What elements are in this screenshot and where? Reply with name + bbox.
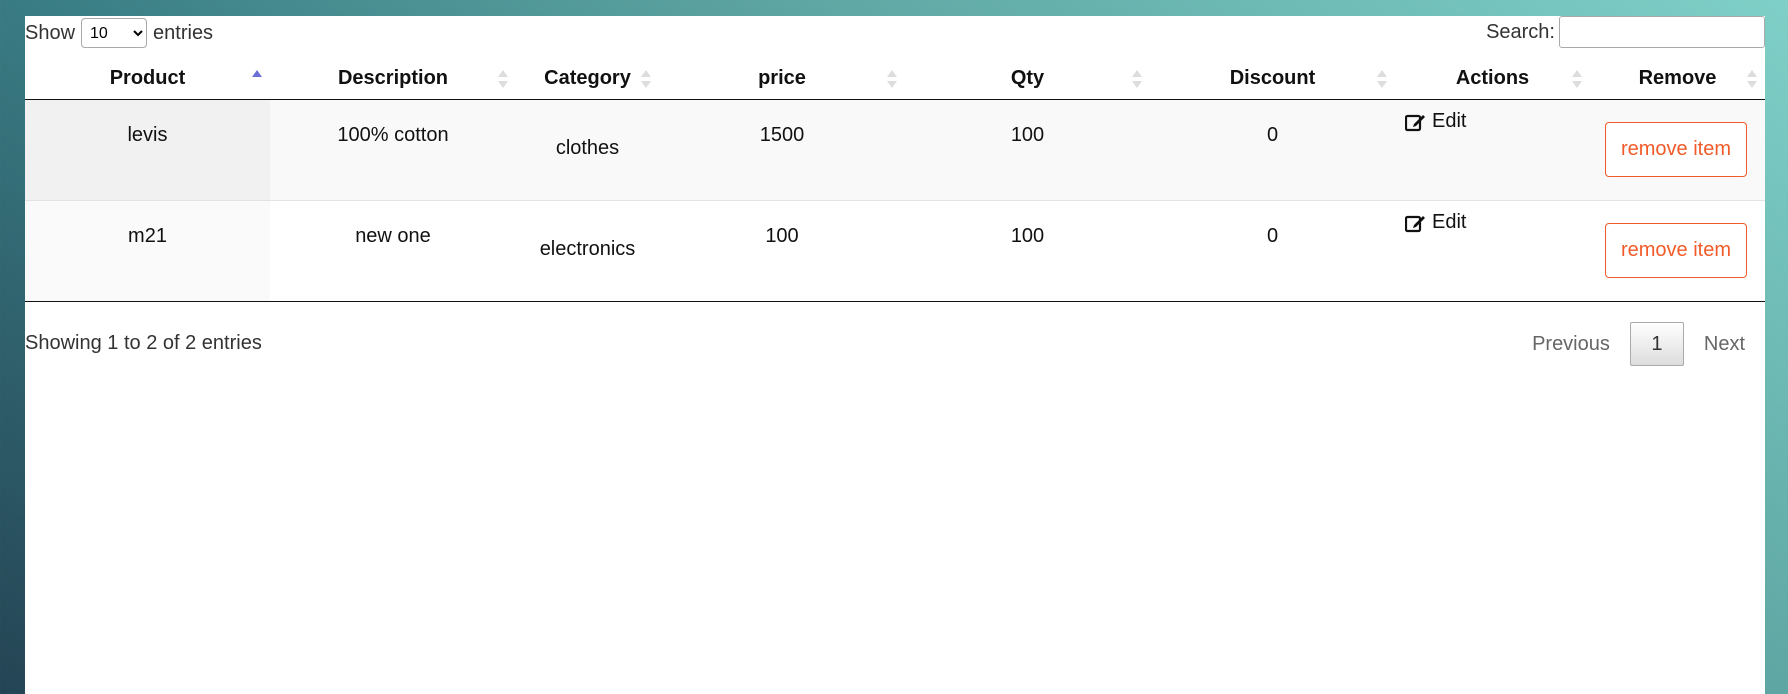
column-header-product[interactable]: Product	[25, 58, 270, 100]
cell-product: levis	[25, 99, 270, 201]
cell-category: clothes	[516, 99, 659, 201]
search-label: Search:	[1486, 20, 1555, 43]
cell-qty: 100	[905, 200, 1150, 302]
entries-label: entries	[153, 21, 214, 44]
column-header-qty[interactable]: Qty	[905, 58, 1150, 100]
edit-label: Edit	[1432, 211, 1467, 233]
table-footer: Showing 1 to 2 of 2 entries Previous 1 N…	[25, 316, 1765, 366]
cell-price: 100	[659, 200, 905, 302]
entries-info: Showing 1 to 2 of 2 entries	[25, 332, 262, 354]
pagination: Previous 1 Next	[1512, 322, 1765, 366]
data-table-panel: Show 10 entries Search: Product Descript…	[25, 16, 1765, 694]
cell-remove: remove item	[1590, 200, 1765, 302]
sort-both-icon	[1377, 70, 1387, 88]
column-header-description[interactable]: Description	[270, 58, 516, 100]
entries-length-control: Show 10 entries	[25, 18, 213, 48]
cell-description: new one	[270, 200, 516, 302]
column-header-discount[interactable]: Discount	[1150, 58, 1395, 100]
edit-icon	[1405, 215, 1425, 232]
edit-icon	[1405, 114, 1425, 131]
sort-both-icon	[1747, 70, 1757, 88]
sort-both-icon	[887, 70, 897, 88]
cell-category: electronics	[516, 200, 659, 302]
cell-remove: remove item	[1590, 99, 1765, 201]
table-header-row: Product Description Category price Qty D…	[25, 58, 1765, 100]
cell-discount: 0	[1150, 99, 1395, 201]
search-filter: Search:	[1486, 16, 1765, 48]
sort-both-icon	[498, 70, 508, 88]
sort-ascending-icon	[252, 70, 262, 88]
previous-page-button[interactable]: Previous	[1512, 333, 1630, 356]
column-header-category[interactable]: Category	[516, 58, 659, 100]
sort-both-icon	[1572, 70, 1582, 88]
sort-both-icon	[641, 70, 651, 88]
cell-actions: Edit	[1395, 99, 1590, 201]
sort-both-icon	[1132, 70, 1142, 88]
show-label: Show	[25, 21, 76, 44]
edit-link[interactable]: Edit	[1405, 211, 1466, 234]
edit-label: Edit	[1432, 110, 1467, 132]
entries-select[interactable]: 10	[81, 18, 148, 48]
column-header-price[interactable]: price	[659, 58, 905, 100]
table-row: levis 100% cotton clothes 1500 100 0 Edi…	[25, 99, 1765, 201]
cell-qty: 100	[905, 99, 1150, 201]
products-table: Product Description Category price Qty D…	[25, 58, 1765, 302]
edit-link[interactable]: Edit	[1405, 110, 1466, 133]
search-input[interactable]	[1559, 16, 1765, 48]
cell-discount: 0	[1150, 200, 1395, 302]
next-page-button[interactable]: Next	[1684, 333, 1765, 356]
remove-item-button[interactable]: remove item	[1605, 122, 1747, 177]
table-row: m21 new one electronics 100 100 0 Edit r…	[25, 200, 1765, 302]
column-header-remove[interactable]: Remove	[1590, 58, 1765, 100]
page-1-button[interactable]: 1	[1629, 322, 1684, 366]
table-controls: Show 10 entries Search:	[25, 16, 1765, 58]
column-header-actions[interactable]: Actions	[1395, 58, 1590, 100]
remove-item-button[interactable]: remove item	[1605, 223, 1747, 278]
cell-actions: Edit	[1395, 200, 1590, 302]
cell-price: 1500	[659, 99, 905, 201]
cell-product: m21	[25, 200, 270, 302]
cell-description: 100% cotton	[270, 99, 516, 201]
